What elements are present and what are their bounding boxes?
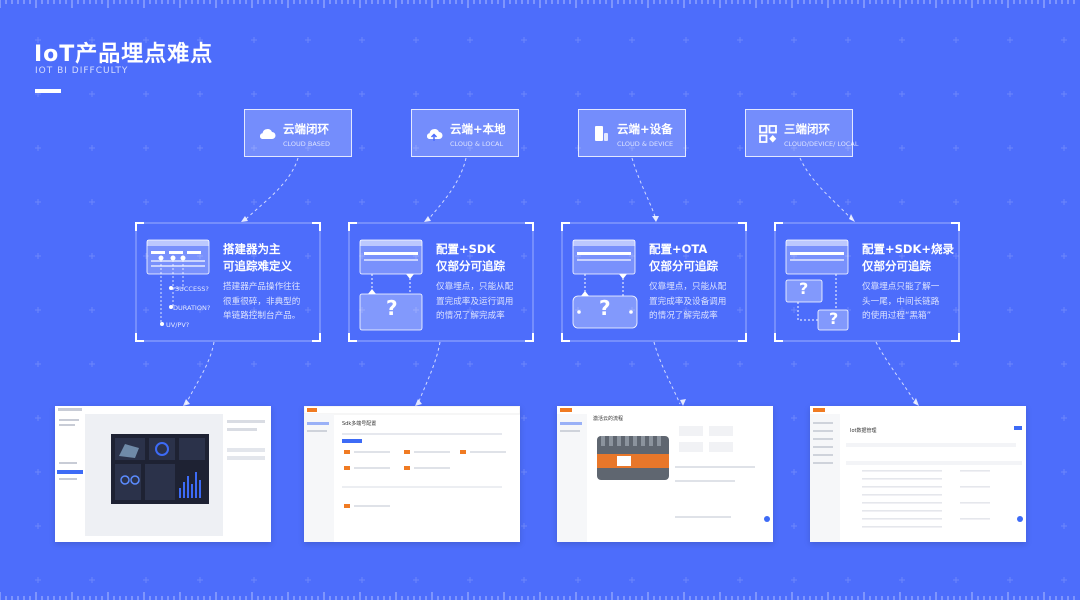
category-subtitle: CLOUD/DEVICE/ LOCAL (784, 140, 859, 148)
device-activation-screenshot-image (557, 406, 773, 542)
metric-label: UV/PV? (166, 321, 190, 329)
card-desc-line: 很重很碎，非典型的 (223, 296, 301, 307)
screen-heading: Sdk多端号配置 (342, 421, 377, 427)
card-desc-line: 仅靠埋点，只能从配 (436, 282, 514, 292)
category-cloud-device: 云端+设备 CLOUD & DEVICE (578, 109, 686, 157)
sdk-config-screenshot-image (304, 406, 520, 542)
card-desc-line: 置完成率及运行调用 (436, 296, 514, 307)
data-table-screenshot: Iot数据管理 (810, 406, 1026, 542)
cloud-icon (259, 129, 276, 139)
screen-heading: 激活云的流程 (593, 416, 624, 422)
card-desc-line: 仅靠埋点，只能从配 (649, 282, 727, 292)
category-subtitle: CLOUD BASED (283, 140, 331, 148)
metric-label: DURATION? (173, 304, 211, 312)
card-subheading: 仅部分可追踪 (649, 259, 718, 273)
card-subheading: 仅部分可追踪 (862, 259, 931, 273)
difficulty-card-flash: ? ? 配置+SDK+烧录 仅部分可追踪 仅靠埋点只能了解一 头一尾，中间长链路… (774, 222, 960, 342)
difficulty-card-sdk: ? 配置+SDK 仅部分可追踪 仅靠埋点，只能从配 置完成率及运行调用 的情况了… (348, 222, 534, 342)
category-cloud-local: 云端+本地 CLOUD & LOCAL (411, 109, 519, 157)
category-three-end: 三端闭环 CLOUD/DEVICE/ LOCAL (745, 109, 859, 157)
page-title: IoT产品埋点难点 (34, 42, 214, 67)
card-desc-line: 头一尾，中间长链路 (862, 296, 940, 307)
category-subtitle: CLOUD & DEVICE (617, 140, 674, 148)
title-underline (35, 89, 61, 93)
card-desc-line: 的情况了解完成率 (649, 311, 718, 321)
category-title: 云端+本地 (450, 122, 506, 136)
device-icon (595, 126, 608, 141)
question-mark: ? (799, 279, 809, 298)
category-subtitle: CLOUD & LOCAL (450, 140, 504, 148)
question-mark: ? (829, 309, 839, 328)
apps-icon (759, 125, 777, 143)
card-desc-line: 单链路控制台产品。 (223, 311, 301, 321)
page-subtitle: IOT BI DIFFCULTY (35, 66, 129, 76)
data-table-screenshot-image (810, 406, 1026, 542)
builder-screenshot (55, 406, 271, 542)
card-desc-line: 的情况了解完成率 (436, 311, 505, 321)
difficulty-card-builder: SUCCESS? DURATION? UV/PV? 搭建器为主 可追踪难定义 搭… (135, 222, 321, 342)
card-desc-line: 的使用过程“黑箱” (862, 311, 932, 321)
sdk-config-screenshot: Sdk多端号配置 (304, 406, 520, 542)
bottom-ruler (0, 592, 1075, 600)
question-mark: ? (599, 296, 611, 320)
card-subheading: 可追踪难定义 (223, 259, 292, 273)
category-title: 云端闭环 (283, 122, 329, 136)
difficulty-card-ota: ? 配置+OTA 仅部分可追踪 仅靠埋点，只能从配 置完成率及设备调用 的情况了… (561, 222, 747, 342)
category-title: 云端+设备 (617, 122, 673, 136)
screen-heading: Iot数据管理 (850, 428, 877, 434)
category-cloud-based: 云端闭环 CLOUD BASED (244, 109, 352, 157)
question-mark: ? (386, 296, 398, 320)
card-desc-line: 仅靠埋点只能了解一 (862, 282, 940, 292)
cloud-upload-icon (426, 129, 443, 141)
top-ruler (0, 0, 1075, 8)
metric-label: SUCCESS? (175, 285, 209, 293)
card-heading: 配置+SDK (436, 242, 496, 256)
card-heading: 配置+OTA (649, 242, 708, 256)
device-activation-screenshot: 激活云的流程 (557, 406, 773, 542)
builder-screenshot-image (55, 406, 271, 542)
card-desc-line: 置完成率及设备调用 (649, 296, 727, 307)
category-title: 三端闭环 (784, 122, 830, 136)
card-heading: 搭建器为主 (223, 242, 281, 256)
card-desc-line: 搭建器产品操作往往 (223, 282, 301, 292)
card-subheading: 仅部分可追踪 (436, 259, 505, 273)
card-heading: 配置+SDK+烧录 (862, 242, 955, 256)
